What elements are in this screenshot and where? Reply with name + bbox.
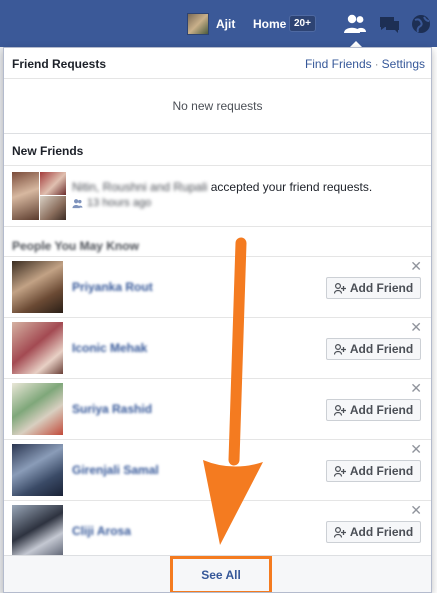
home-link[interactable]: Home	[253, 17, 286, 31]
person-name[interactable]: Iconic Mehak	[72, 341, 147, 355]
profile-link[interactable]: Ajit	[187, 13, 235, 35]
add-friend-icon	[333, 465, 346, 477]
add-friend-button[interactable]: Add Friend	[326, 338, 421, 360]
person-name[interactable]: Girenjali Samal	[72, 463, 159, 477]
list-item: Cliji Arosa ✕ Add Friend	[4, 500, 431, 562]
avatar	[187, 13, 209, 35]
person-name[interactable]: Cliji Arosa	[72, 524, 131, 538]
header-links: Find Friends · Settings	[305, 57, 425, 71]
add-friend-label: Add Friend	[349, 342, 414, 356]
add-friend-button[interactable]: Add Friend	[326, 399, 421, 421]
close-icon[interactable]: ✕	[410, 502, 422, 519]
list-item: Priyanka Rout ✕ Add Friend	[4, 256, 431, 318]
friend-requests-dropdown: Friend Requests Find Friends · Settings No…	[3, 47, 432, 593]
new-friends-time: 13 hours ago	[87, 197, 152, 209]
add-friend-label: Add Friend	[349, 525, 414, 539]
friend-requests-icon[interactable]	[343, 13, 367, 35]
people-you-may-know-title: People You May Know	[12, 239, 139, 253]
top-navigation-bar: Ajit Home 20+	[0, 0, 437, 48]
add-friend-label: Add Friend	[349, 464, 414, 478]
notifications-globe-icon[interactable]	[409, 13, 433, 35]
find-friends-link[interactable]: Find Friends	[305, 57, 372, 71]
new-friends-timestamp: 13 hours ago	[72, 197, 151, 209]
friend-requests-title: Friend Requests	[12, 57, 107, 71]
list-item: Iconic Mehak ✕ Add Friend	[4, 317, 431, 379]
close-icon[interactable]: ✕	[410, 441, 422, 458]
person-name[interactable]: Suriya Rashid	[72, 402, 152, 416]
no-new-requests-text: No new requests	[4, 79, 431, 134]
new-friends-photo-collage	[12, 172, 66, 220]
new-friends-header: New Friends	[4, 135, 431, 166]
add-friend-button[interactable]: Add Friend	[326, 277, 421, 299]
dropdown-footer: See All	[4, 555, 431, 592]
person-photo[interactable]	[12, 261, 63, 313]
add-friend-button[interactable]: Add Friend	[326, 460, 421, 482]
link-separator: ·	[374, 57, 379, 71]
person-photo[interactable]	[12, 383, 63, 435]
new-friends-text: Nitin, Roushni and Rupali accepted your …	[72, 180, 372, 194]
new-friends-notification[interactable]: Nitin, Roushni and Rupali accepted your …	[4, 166, 431, 227]
see-all-button[interactable]: See All	[170, 556, 272, 592]
add-friend-icon	[333, 404, 346, 416]
list-item: Girenjali Samal ✕ Add Friend	[4, 439, 431, 501]
close-icon[interactable]: ✕	[410, 380, 422, 397]
list-item: Suriya Rashid ✕ Add Friend	[4, 378, 431, 440]
person-photo[interactable]	[12, 505, 63, 557]
add-friend-label: Add Friend	[349, 281, 414, 295]
add-friend-icon	[333, 282, 346, 294]
add-friend-button[interactable]: Add Friend	[326, 521, 421, 543]
add-friend-label: Add Friend	[349, 403, 414, 417]
add-friend-icon	[333, 343, 346, 355]
new-friends-names: Nitin, Roushni and Rupali	[72, 180, 208, 194]
settings-link[interactable]: Settings	[382, 57, 425, 71]
messages-icon[interactable]	[377, 13, 401, 35]
friends-small-icon	[72, 198, 83, 208]
new-friends-title: New Friends	[12, 144, 84, 158]
person-photo[interactable]	[12, 444, 63, 496]
add-friend-icon	[333, 526, 346, 538]
close-icon[interactable]: ✕	[410, 258, 422, 275]
close-icon[interactable]: ✕	[410, 319, 422, 336]
home-badge: 20+	[289, 15, 316, 32]
friend-requests-header: Friend Requests Find Friends · Settings	[4, 48, 431, 79]
new-friends-message: accepted your friend requests.	[207, 180, 373, 194]
user-name: Ajit	[216, 17, 236, 31]
person-photo[interactable]	[12, 322, 63, 374]
person-name[interactable]: Priyanka Rout	[72, 280, 153, 294]
